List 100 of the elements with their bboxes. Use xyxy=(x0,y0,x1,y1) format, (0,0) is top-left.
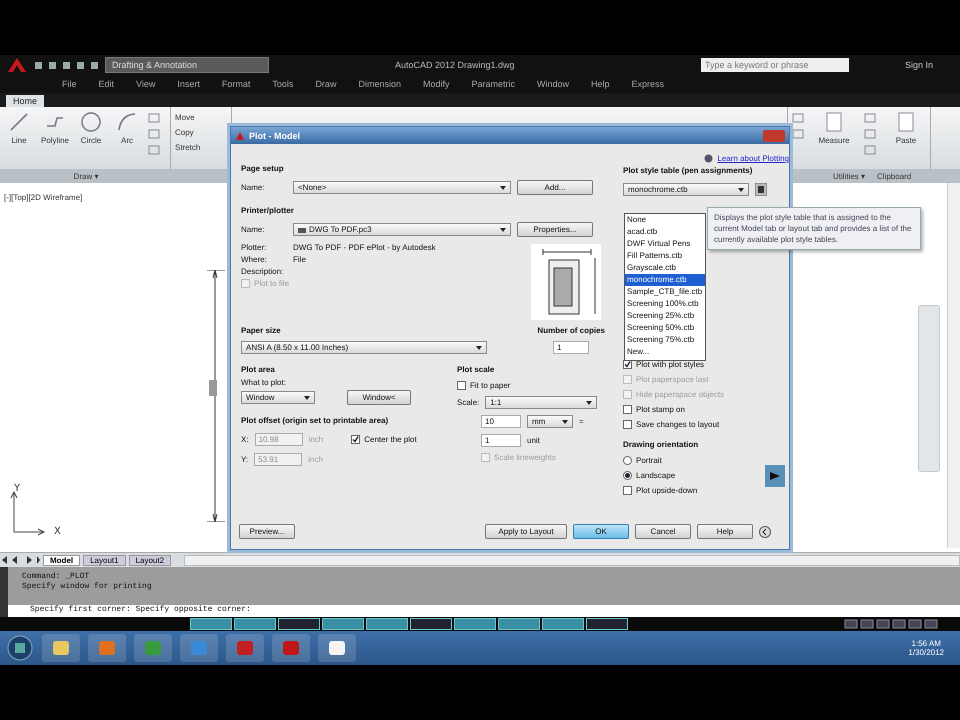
unit-label: unit xyxy=(527,436,540,445)
command-history-line: Command: _PLOT xyxy=(22,572,90,581)
section-heading: Plot scale xyxy=(457,365,496,374)
dropdown-option[interactable]: Screening 100%.ctb xyxy=(625,298,705,310)
command-history-line: Specify window for printing xyxy=(22,582,153,591)
checkbox-label: Fit to paper xyxy=(470,381,510,390)
dropdown-list[interactable]: None acad.ctb DWF Virtual Pens Fill Patterns.ctb Grayscale.ctb monochrome.ctb Sample_CTB_file.ctb Screening 100%.ctb Screening 25%.ctb Screening 50%.ctb Screening 75%.ctb New... xyxy=(624,213,706,361)
field-label: Name: xyxy=(241,225,266,234)
help-link[interactable]: Learn about Plotting xyxy=(717,154,789,163)
section-heading: Printer/plotter xyxy=(241,206,295,215)
checkbox-label: Plot paperspace last xyxy=(636,375,708,384)
copies-field[interactable]: 1 xyxy=(553,341,589,354)
plot-style-dropdown[interactable]: monochrome.ctb xyxy=(623,183,749,196)
scale-field[interactable]: 1 xyxy=(481,434,521,447)
menu-item[interactable]: Format xyxy=(222,79,250,89)
dropdown-option[interactable]: New... xyxy=(625,346,705,358)
checkbox-label: Hide paperspace objects xyxy=(636,390,724,399)
scale-field[interactable]: 10 xyxy=(481,415,521,428)
dropdown-option[interactable]: Screening 25%.ctb xyxy=(625,310,705,322)
layout-tab[interactable]: Model xyxy=(43,554,80,566)
radio-label: Landscape xyxy=(636,471,676,480)
checkbox-label: Plot upside-down xyxy=(636,486,698,495)
dropdown[interactable]: Window xyxy=(241,391,315,404)
window-button[interactable]: Window< xyxy=(347,390,411,405)
dropdown[interactable]: ANSI A (8.50 x 11.00 Inches) xyxy=(241,341,487,354)
field-label: What to plot: xyxy=(241,378,287,387)
dialog-button[interactable]: Apply to Layout xyxy=(485,524,567,539)
ribbon-tool-button[interactable]: Move xyxy=(175,113,200,122)
equals-sign: = xyxy=(579,417,584,426)
dropdown-option[interactable]: monochrome.ctb xyxy=(625,274,705,286)
dialog-button[interactable]: OK xyxy=(573,524,629,539)
menu-item[interactable]: Modify xyxy=(422,79,450,89)
section-heading: Page setup xyxy=(241,164,285,173)
field-label: Name: xyxy=(241,183,266,192)
dropdown[interactable]: <None> xyxy=(293,181,511,194)
checkbox-label: Scale lineweights xyxy=(494,453,556,462)
checkbox-label: Center the plot xyxy=(364,435,417,444)
menu-item[interactable]: File xyxy=(62,79,77,89)
dialog-button[interactable]: Cancel xyxy=(635,524,691,539)
panel-title[interactable]: Draw ▾ xyxy=(0,170,172,182)
section-heading: Drawing orientation xyxy=(623,440,700,449)
layout-tab[interactable]: Layout1 xyxy=(83,554,126,566)
tooltip: Displays the plot style table that is assigned to the current Model tab or layout tab and provides a list of the currently available plot style tables. xyxy=(707,207,921,250)
menu-item[interactable]: View xyxy=(136,79,156,89)
menu-item[interactable]: Dimension xyxy=(358,79,401,89)
dialog-title: Plot - Model xyxy=(249,130,300,140)
unit-label: inch xyxy=(308,455,323,464)
checkbox-label: Plot with plot styles xyxy=(636,360,704,369)
ribbon-tool-button[interactable]: Measure xyxy=(814,111,854,169)
field-label: Description: xyxy=(241,267,284,276)
ribbon-tool-button[interactable]: Circle xyxy=(76,111,106,169)
axis-label: Y xyxy=(14,483,20,494)
dialog-button[interactable]: Preview... xyxy=(239,524,295,539)
field-label: Plotter: xyxy=(241,243,268,252)
viewport-label[interactable]: [-][Top][2D Wireframe] xyxy=(4,193,82,202)
dialog-button[interactable]: Help xyxy=(697,524,753,539)
add-button[interactable]: Add... xyxy=(517,180,593,195)
sign-in-link[interactable]: Sign In xyxy=(905,60,934,70)
field-label: Scale: xyxy=(457,398,480,407)
menu-item[interactable]: Help xyxy=(591,79,610,89)
checkbox-label: Plot to file xyxy=(254,279,290,288)
field-value: DWG To PDF - PDF ePlot - by Autodesk xyxy=(293,243,436,252)
workspace-dropdown[interactable]: Drafting & Annotation xyxy=(105,57,269,73)
dropdown-option[interactable]: Grayscale.ctb xyxy=(625,262,705,274)
dropdown-option[interactable]: acad.ctb xyxy=(625,226,705,238)
axis-label: X xyxy=(54,526,61,537)
dropdown-option[interactable]: Fill Patterns.ctb xyxy=(625,250,705,262)
ribbon-tool-button[interactable]: Line xyxy=(4,111,34,169)
menu-item[interactable]: Parametric xyxy=(472,79,516,89)
ribbon-tool-button[interactable]: Polyline xyxy=(40,111,70,169)
ribbon-tool-button[interactable]: Arc xyxy=(112,111,142,169)
ribbon-tab[interactable]: Home xyxy=(6,95,44,107)
dropdown-option[interactable]: Sample_CTB_file.ctb xyxy=(625,286,705,298)
section-heading: Plot offset (origin set to printable area) xyxy=(241,416,390,425)
field-label: Where: xyxy=(241,255,268,264)
search-field[interactable]: Type a keyword or phrase xyxy=(701,58,849,72)
dropdown[interactable]: 1:1 xyxy=(485,396,598,409)
field-label: X: xyxy=(241,435,249,444)
field-label: Y: xyxy=(241,455,248,464)
properties-button[interactable]: Properties... xyxy=(517,222,593,237)
dropdown-option[interactable]: Screening 75%.ctb xyxy=(625,334,705,346)
menu-item[interactable]: Tools xyxy=(272,79,294,89)
dropdown-option[interactable]: Screening 50%.ctb xyxy=(625,322,705,334)
dropdown[interactable]: DWG To PDF.pc3 xyxy=(293,223,511,236)
clock-time: 1:56 AM xyxy=(912,639,941,648)
panel-title[interactable]: Clipboard xyxy=(871,170,918,182)
dropdown[interactable]: mm xyxy=(527,415,573,428)
dropdown-option[interactable]: DWF Virtual Pens xyxy=(625,238,705,250)
ribbon-tool-button[interactable]: Copy xyxy=(175,128,200,137)
menu-item[interactable]: Draw xyxy=(315,79,336,89)
menu-item[interactable]: Insert xyxy=(177,79,200,89)
layout-tab[interactable]: Layout2 xyxy=(128,554,172,566)
menu-item[interactable]: Window xyxy=(537,79,570,89)
menu-item[interactable]: Express xyxy=(632,79,664,89)
ribbon-tool-button[interactable]: Paste xyxy=(886,111,926,169)
ribbon-tool-button[interactable]: Stretch xyxy=(175,143,200,152)
panel-title[interactable]: Utilities ▾ xyxy=(827,170,872,182)
dropdown-option[interactable]: None xyxy=(625,214,705,226)
menu-item[interactable]: Edit xyxy=(98,79,114,89)
section-heading: Paper size xyxy=(241,326,281,335)
